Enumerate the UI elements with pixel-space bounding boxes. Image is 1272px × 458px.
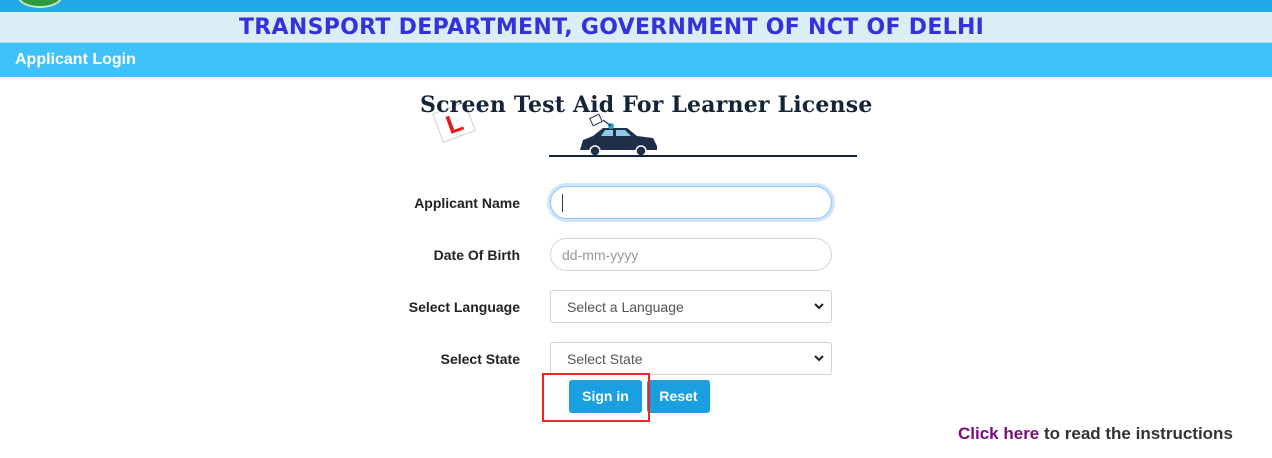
state-label: Select State — [440, 351, 520, 367]
language-selected-value: Select a Language — [567, 299, 684, 315]
banner-title: Screen Test Aid For Learner License — [420, 92, 873, 118]
language-label: Select Language — [408, 299, 520, 315]
department-title: TRANSPORT DEPARTMENT, GOVERNMENT OF NCT … — [239, 15, 985, 40]
language-select[interactable]: Select a Language — [550, 290, 832, 323]
applicant-name-label: Applicant Name — [414, 195, 520, 211]
applicant-name-input[interactable] — [550, 186, 832, 219]
text-cursor — [562, 194, 563, 212]
chevron-down-icon — [814, 355, 824, 362]
date-of-birth-label: Date Of Birth — [433, 247, 520, 263]
state-selected-value: Select State — [567, 351, 643, 367]
instructions-text: to read the instructions — [1039, 424, 1233, 443]
car-icon — [580, 113, 657, 157]
section-title: Applicant Login — [15, 51, 136, 68]
sign-in-highlight-box — [542, 373, 650, 422]
state-select[interactable]: Select State — [550, 342, 832, 375]
instructions-line: Click here to read the instructions — [958, 424, 1233, 444]
applicant-login-bar: Applicant Login — [0, 42, 1272, 77]
top-header-bar — [0, 0, 1272, 12]
reset-button[interactable]: Reset — [647, 380, 710, 413]
date-of-birth-placeholder: dd-mm-yyyy — [562, 247, 639, 263]
chevron-down-icon — [814, 303, 824, 310]
date-of-birth-input[interactable]: dd-mm-yyyy — [550, 238, 832, 271]
instructions-link[interactable]: Click here — [958, 424, 1039, 443]
